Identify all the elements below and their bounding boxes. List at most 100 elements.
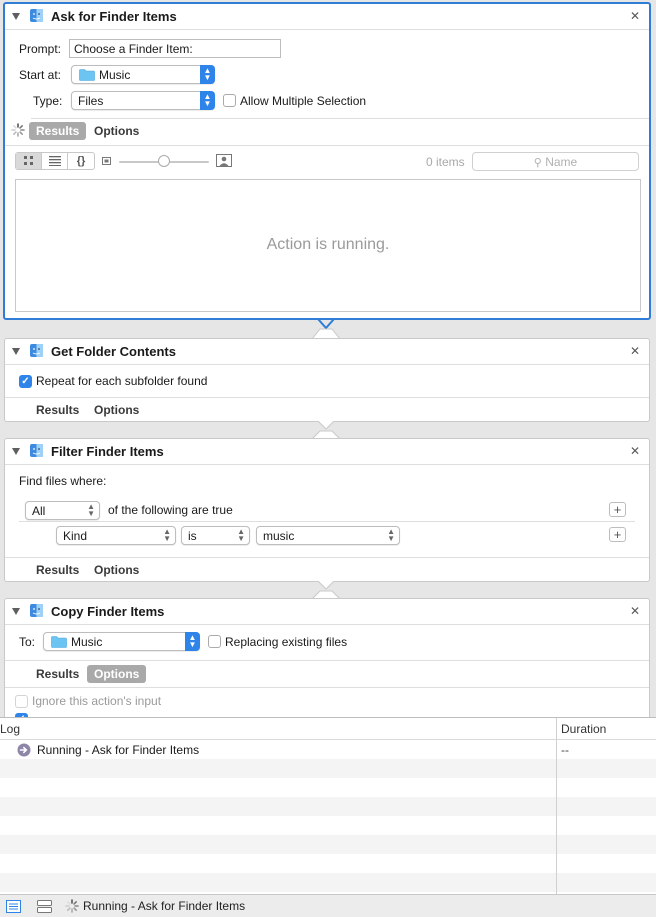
action-header: Ask for Finder Items ✕: [5, 4, 649, 30]
running-message: Action is running.: [266, 236, 390, 253]
action-title: Copy Finder Items: [51, 604, 165, 619]
disclosure-triangle-icon[interactable]: [12, 348, 20, 355]
log-row-empty: [0, 835, 656, 854]
results-view[interactable]: Action is running.: [15, 179, 641, 312]
allow-multiple-label: Allow Multiple Selection: [240, 94, 367, 108]
list-view-icon[interactable]: [42, 153, 68, 169]
type-label: Type:: [33, 94, 63, 108]
finder-icon: [30, 444, 43, 457]
ignore-input-checkbox[interactable]: [15, 695, 28, 708]
tab-results[interactable]: Results: [29, 401, 86, 419]
allow-multiple-checkbox[interactable]: [223, 94, 236, 107]
to-popup[interactable]: Music ▲ ▼: [43, 632, 200, 651]
small-picture-icon: [102, 157, 111, 165]
tab-results[interactable]: Results: [29, 122, 87, 140]
search-placeholder: Name: [545, 155, 578, 169]
icon-view-icon[interactable]: [16, 153, 42, 169]
criteria-field-popup[interactable]: Kind ▲ ▼: [56, 526, 176, 545]
prompt-field[interactable]: Choose a Finder Item:: [69, 39, 281, 58]
add-criteria-button[interactable]: +: [609, 502, 626, 517]
action-copy-finder-items[interactable]: Copy Finder Items ✕ To: Music ▲ ▼ Replaci…: [4, 598, 650, 717]
action-ask-for-finder-items[interactable]: Ask for Finder Items ✕ Prompt: Choose a …: [3, 2, 651, 320]
search-icon: ⚲: [533, 157, 542, 169]
tab-options[interactable]: Options: [87, 665, 147, 683]
divider: [5, 687, 649, 688]
match-value: All: [32, 504, 46, 518]
divider: [5, 397, 649, 398]
log-row-empty: [0, 854, 656, 873]
criteria-value: music: [263, 529, 295, 543]
log-column-header[interactable]: Log: [0, 722, 20, 736]
criteria-field-value: Kind: [63, 529, 88, 543]
tab-options[interactable]: Options: [87, 401, 146, 419]
divider: [5, 557, 649, 558]
repeat-subfolder-label: Repeat for each subfolder found: [36, 374, 208, 388]
close-icon[interactable]: ✕: [630, 344, 640, 358]
to-value: Music: [71, 635, 103, 649]
log-row-empty: [0, 759, 656, 778]
braces-view-icon[interactable]: {}: [68, 153, 94, 169]
spinner-icon: [11, 123, 25, 137]
start-at-popup[interactable]: Music ▲ ▼: [71, 65, 215, 84]
search-field[interactable]: ⚲ Name: [472, 152, 639, 171]
ignore-input-label: Ignore this action's input: [32, 694, 162, 708]
action-get-folder-contents[interactable]: Get Folder Contents ✕ ✓ Repeat for each …: [4, 338, 650, 422]
chevron-updown-icon: ▲ ▼: [387, 527, 395, 543]
finder-icon: [30, 9, 43, 22]
replacing-checkbox[interactable]: [208, 635, 221, 648]
criteria-value-popup[interactable]: music ▲ ▼: [256, 526, 400, 545]
divider: [19, 521, 635, 522]
view-mode-segmented-control[interactable]: {}: [15, 152, 95, 170]
status-text: Running - Ask for Finder Items: [83, 899, 246, 913]
log-panel: Log Duration Running - Ask for Finder It…: [0, 717, 656, 894]
divider: [31, 118, 649, 119]
action-header: Copy Finder Items ✕: [5, 599, 649, 625]
disclosure-triangle-icon[interactable]: [12, 608, 20, 615]
divider: [5, 660, 649, 661]
chevron-updown-icon: ▲ ▼: [237, 527, 245, 543]
variables-toggle-icon[interactable]: [37, 900, 52, 913]
criteria-operator-popup[interactable]: is ▲ ▼: [181, 526, 250, 545]
tab-options[interactable]: Options: [87, 122, 146, 140]
action-title: Ask for Finder Items: [51, 9, 177, 24]
status-bar: Running - Ask for Finder Items: [0, 894, 656, 917]
log-row[interactable]: Running - Ask for Finder Items --: [0, 740, 656, 759]
match-popup[interactable]: All ▲ ▼: [25, 501, 100, 520]
action-header: Get Folder Contents ✕: [5, 339, 649, 365]
log-toggle-icon[interactable]: [6, 900, 21, 913]
start-at-value: Music: [99, 68, 131, 82]
repeat-subfolder-checkbox[interactable]: ✓: [19, 375, 32, 388]
running-arrow-icon: [17, 743, 31, 757]
chevron-updown-icon: ▲ ▼: [200, 65, 215, 84]
close-icon[interactable]: ✕: [630, 444, 640, 458]
log-duration: --: [561, 743, 569, 757]
action-title: Get Folder Contents: [51, 344, 176, 359]
tab-results[interactable]: Results: [29, 561, 86, 579]
log-row-empty: [0, 797, 656, 816]
action-connector: [306, 581, 346, 599]
close-icon[interactable]: ✕: [630, 9, 640, 23]
chevron-updown-icon: ▲ ▼: [163, 527, 171, 543]
tab-results[interactable]: Results: [29, 665, 86, 683]
workflow-area: Ask for Finder Items ✕ Prompt: Choose a …: [0, 0, 656, 717]
action-filter-finder-items[interactable]: Filter Finder Items ✕ Find files where: …: [4, 438, 650, 582]
add-subcriteria-button[interactable]: +: [609, 527, 626, 542]
find-files-label: Find files where:: [19, 474, 107, 488]
slider-knob[interactable]: [158, 155, 170, 167]
column-divider[interactable]: [556, 718, 557, 894]
replacing-label: Replacing existing files: [225, 635, 348, 649]
criteria-operator-value: is: [188, 529, 197, 543]
finder-icon: [30, 344, 43, 357]
tab-options[interactable]: Options: [87, 561, 146, 579]
to-label: To:: [19, 635, 36, 649]
action-title: Filter Finder Items: [51, 444, 164, 459]
disclosure-triangle-icon[interactable]: [12, 13, 20, 20]
action-connector: [306, 421, 346, 439]
disclosure-triangle-icon[interactable]: [12, 448, 20, 455]
type-popup[interactable]: Files ▲ ▼: [71, 91, 215, 110]
type-value: Files: [78, 94, 104, 108]
folder-icon: [51, 636, 67, 648]
close-icon[interactable]: ✕: [630, 604, 640, 618]
log-row-empty: [0, 873, 656, 892]
duration-column-header[interactable]: Duration: [561, 722, 606, 736]
